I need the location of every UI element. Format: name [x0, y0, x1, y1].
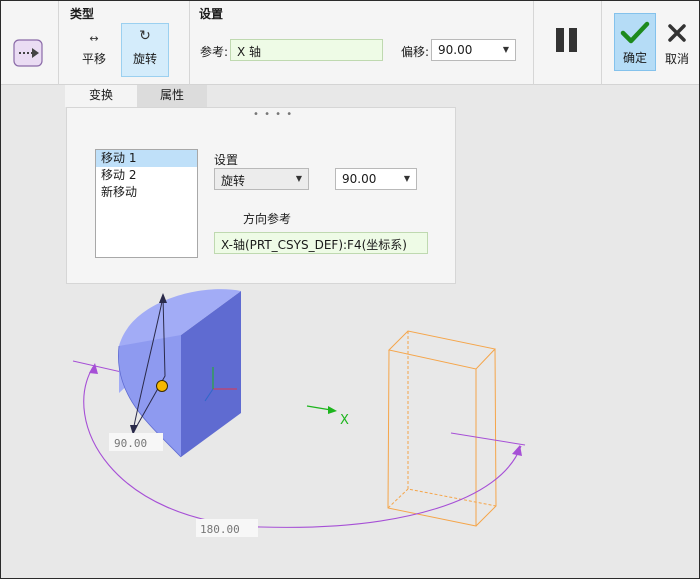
- preview-outline-box: [387, 330, 497, 527]
- separator: [533, 1, 534, 85]
- list-item[interactable]: 新移动: [96, 184, 197, 201]
- tab-transform[interactable]: 变换: [65, 85, 137, 107]
- motion-type-dropdown[interactable]: 旋转 ▼: [214, 168, 309, 190]
- tab-properties[interactable]: 属性: [137, 85, 207, 107]
- list-item[interactable]: 移动 1: [96, 150, 197, 167]
- move-list[interactable]: 移动 1 移动 2 新移动: [95, 149, 198, 258]
- motion-type-value: 旋转: [221, 174, 246, 188]
- pause-button[interactable]: [554, 28, 580, 54]
- arc-arrowhead-top: [159, 293, 167, 303]
- settings-group-title: 设置: [199, 7, 224, 21]
- chevron-down-icon[interactable]: ▼: [497, 40, 515, 60]
- direction-ref-label: 方向参考: [243, 212, 292, 226]
- x-axis-marker: [306, 405, 337, 414]
- ok-label: 确定: [622, 51, 647, 65]
- pause-icon: [569, 28, 577, 52]
- chevron-down-icon[interactable]: ▼: [290, 169, 308, 189]
- rotated-part: [117, 289, 241, 458]
- chevron-down-icon[interactable]: ▼: [398, 169, 416, 189]
- separator: [189, 1, 190, 85]
- angle-value: 90.00: [342, 172, 377, 186]
- angle-dropdown[interactable]: 90.00 ▼: [335, 168, 417, 190]
- translate-button[interactable]: ↔ 平移: [70, 23, 118, 77]
- list-item[interactable]: 移动 2: [96, 167, 197, 184]
- transform-panel: • • • • 移动 1 移动 2 新移动 设置 旋转 ▼ 90.00 ▼ 方向…: [66, 107, 456, 284]
- cancel-button[interactable]: 取消: [657, 13, 697, 71]
- rotate-button[interactable]: ↻ 旋转: [121, 23, 169, 77]
- panel-settings-label: 设置: [214, 153, 239, 167]
- rotate-icon: ↻: [139, 28, 151, 44]
- drag-handle[interactable]: [156, 380, 168, 392]
- translate-label: 平移: [81, 52, 106, 66]
- checkmark-icon: [620, 21, 650, 44]
- offset-label: 偏移:: [401, 45, 430, 59]
- direction-ref-field[interactable]: X-轴(PRT_CSYS_DEF):F4(坐标系): [214, 232, 428, 254]
- extension-line-right: [450, 432, 526, 446]
- dashboard-arrow-icon[interactable]: [13, 38, 45, 68]
- separator: [601, 1, 602, 85]
- panel-grip-icon[interactable]: • • • •: [253, 109, 293, 120]
- type-group-title: 类型: [70, 7, 95, 21]
- move-copy-window: X 90.00 180.00 类型 ↔ 平移 ↻ 旋转 设置 参考: X 轴 偏…: [0, 0, 700, 579]
- offset-value: 90.00: [438, 43, 473, 57]
- reference-field[interactable]: X 轴: [230, 39, 383, 61]
- x-axis-label: X: [340, 413, 349, 428]
- offset-dropdown[interactable]: 90.00 ▼: [431, 39, 516, 61]
- dashboard-toolbar: 类型 ↔ 平移 ↻ 旋转 设置 参考: X 轴 偏移: 90.00 ▼ 确定 取…: [1, 1, 699, 85]
- separator: [58, 1, 59, 85]
- reference-label: 参考:: [200, 45, 229, 59]
- dimension-180-label[interactable]: 180.00: [200, 523, 240, 536]
- close-icon: [668, 24, 686, 42]
- rotate-label: 旋转: [132, 52, 157, 66]
- cancel-label: 取消: [664, 52, 689, 66]
- dimension-90-label[interactable]: 90.00: [114, 437, 147, 450]
- pause-icon: [556, 28, 564, 52]
- ok-button[interactable]: 确定: [614, 13, 656, 71]
- translate-arrows-icon: ↔: [89, 32, 99, 45]
